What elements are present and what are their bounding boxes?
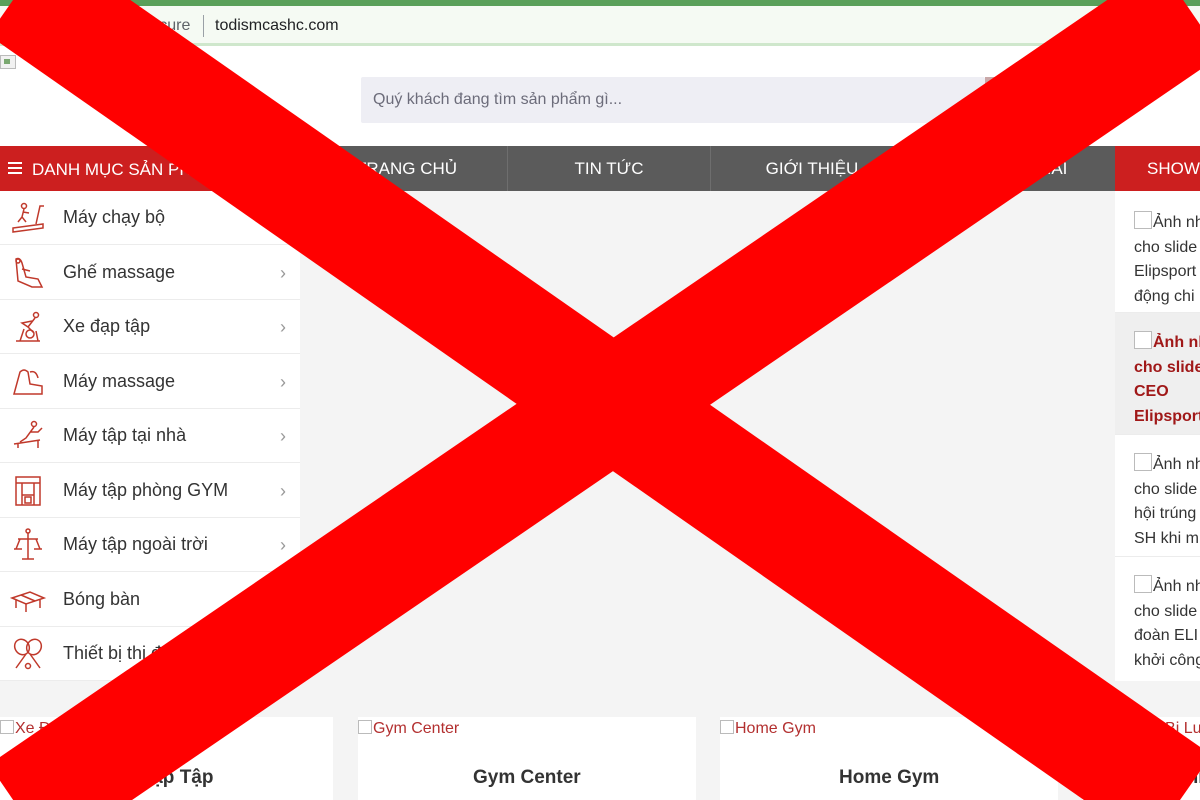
broken-image-icon (720, 720, 734, 734)
sidebar-item-outdoor-equipment[interactable]: Máy tập ngoài trời › (0, 518, 300, 572)
home-gym-icon (13, 420, 43, 448)
broken-image-icon (358, 720, 372, 734)
category-title[interactable]: Xe Đạp Tập (110, 767, 213, 789)
sidebar-item-home-gym[interactable]: Máy tập tại nhà › (0, 409, 300, 463)
nav-item-news[interactable]: TIN TỨC (507, 146, 710, 191)
nav-item-about[interactable]: GIỚI THIỆU (710, 146, 913, 191)
outdoor-equipment-icon (14, 528, 42, 560)
news-item-active[interactable]: Ảnh nhỏ cho slide CEO Elipsport (1115, 313, 1200, 435)
treadmill-icon (12, 202, 44, 233)
chevron-right-icon: › (280, 426, 286, 446)
ping-pong-table-icon (10, 590, 46, 612)
url-text[interactable]: todismcashc.com (215, 17, 339, 35)
warning-icon: ⚠ (84, 18, 97, 34)
broken-image-icon (1110, 720, 1124, 734)
sidebar-item-label: Máy tập tại nhà (63, 425, 187, 445)
category-title[interactable]: Thiết Bị (1175, 767, 1200, 789)
browser-address-bar[interactable]: ⚠ Not secure todismcashc.com (0, 6, 1200, 46)
category-menu-label: DANH MỤC SẢN PHẨM (32, 160, 218, 179)
category-image-alt: Thiết Bị Luyện Tập (1110, 720, 1200, 738)
racket-icon (13, 638, 43, 670)
security-label[interactable]: Not secure (113, 17, 190, 35)
category-title[interactable]: Gym Center (473, 767, 581, 789)
sidebar-item-label: Máy tập phòng GYM (63, 479, 229, 500)
chevron-right-icon: › (280, 262, 286, 283)
broken-image-icon (1134, 211, 1152, 229)
news-thumbnail-list: Ảnh nhỏ cho slide Elipsport động chi Ảnh… (1115, 191, 1200, 681)
sidebar-item-label: Máy tập ngoài trời (63, 534, 208, 554)
news-item[interactable]: Ảnh nhỏ cho slide Elipsport động chi (1115, 211, 1200, 313)
news-item[interactable]: Ảnh nhỏ cho slide hội trúng SH khi m (1115, 435, 1200, 557)
main-slider-area (300, 191, 1115, 681)
sidebar-item-massage-chair[interactable]: Ghế massage › (0, 246, 300, 300)
main-nav: DANH MỤC SẢN PHẨM TRANG CHỦ TIN TỨC GIỚI… (0, 146, 1200, 191)
sidebar-item-gym-machine[interactable]: Máy tập phòng GYM › (0, 464, 300, 518)
nav-item-showroom[interactable]: SHOWROOM (1115, 146, 1200, 191)
chevron-right-icon: › (280, 371, 286, 392)
sidebar-item-label: Máy chạy bộ (63, 207, 166, 227)
sidebar-item-competition-equipment[interactable]: Thiết bị thi đấu (0, 627, 300, 681)
chevron-right-icon: › (280, 535, 286, 555)
chevron-right-icon: › (280, 480, 286, 501)
massage-chair-icon (15, 257, 44, 288)
category-sidebar: Máy chạy bộ Ghế massage › Xe đạp tập › M… (0, 191, 300, 681)
site-logo-broken-image[interactable] (0, 55, 16, 69)
category-title[interactable]: Home Gym (839, 767, 939, 789)
sidebar-item-label: Thiết bị thi đấu (63, 643, 182, 663)
sidebar-item-label: Xe đạp tập (63, 316, 151, 336)
search-input[interactable] (373, 91, 973, 109)
broken-image-icon (1134, 453, 1152, 471)
sidebar-item-treadmill[interactable]: Máy chạy bộ (0, 191, 300, 245)
category-image-alt: Home Gym (720, 720, 816, 738)
broken-image-icon (0, 720, 14, 734)
category-menu-button[interactable]: DANH MỤC SẢN PHẨM (0, 146, 300, 191)
address-separator (203, 15, 204, 37)
broken-image-icon (1134, 331, 1152, 349)
massage-machine-icon (13, 368, 43, 395)
sidebar-item-ping-pong[interactable]: Bóng bàn (0, 573, 300, 627)
sidebar-item-label: Ghế massage (63, 261, 176, 282)
chevron-right-icon: › (280, 317, 286, 337)
gym-machine-icon (15, 475, 41, 506)
hamburger-icon (8, 162, 22, 174)
exercise-bike-icon (16, 311, 40, 342)
sidebar-item-massage-machine[interactable]: Máy massage › (0, 355, 300, 409)
sidebar-item-exercise-bike[interactable]: Xe đạp tập › (0, 300, 300, 354)
sidebar-item-label: Bóng bàn (63, 588, 141, 609)
category-image-alt: Gym Center (358, 720, 459, 738)
category-image-alt: Xe Đạp Tập (0, 720, 100, 738)
broken-image-icon (1134, 575, 1152, 593)
sidebar-item-label: Máy massage (63, 370, 176, 391)
search-box[interactable] (361, 77, 985, 123)
nav-item-home[interactable]: TRANG CHỦ (305, 146, 507, 191)
news-item[interactable]: Ảnh nhỏ cho slide đoàn ELI khởi công (1115, 557, 1200, 681)
search-button[interactable] (985, 77, 1025, 123)
nav-item-promotions[interactable]: KHUYẾN MÃI (913, 146, 1115, 191)
